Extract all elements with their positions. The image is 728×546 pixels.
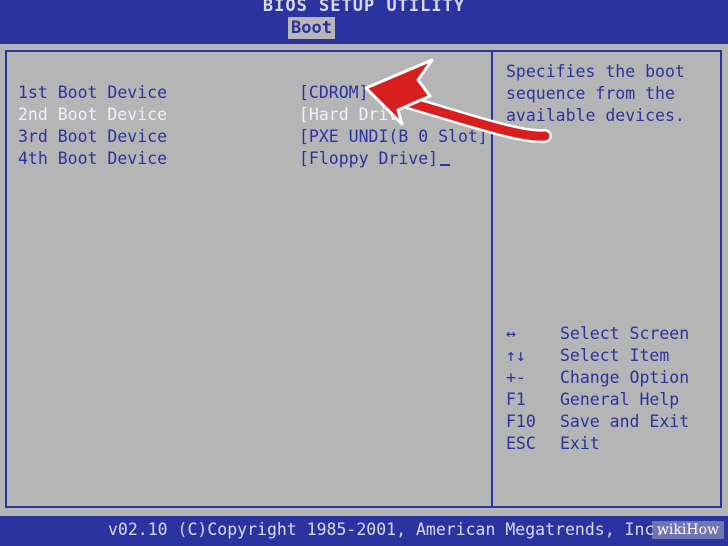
boot-device-value[interactable]: [Floppy Drive] xyxy=(299,148,451,170)
title-bar: BIOS SETUP UTILITY Boot xyxy=(0,0,728,44)
boot-device-value[interactable]: [PXE UNDI(B 0 Slot] xyxy=(299,126,488,148)
help-text: Specifies the boot sequence from the ava… xyxy=(506,62,685,125)
key-name: F1 xyxy=(506,390,526,409)
key-desc: Save and Exit xyxy=(560,412,690,431)
boot-device-label: 2nd Boot Device xyxy=(18,105,168,124)
boot-device-value-text: [Floppy Drive] xyxy=(299,149,439,168)
text-cursor xyxy=(440,148,451,166)
bios-title: BIOS SETUP UTILITY xyxy=(262,0,466,16)
key-desc: Change Option xyxy=(560,368,690,387)
boot-device-label: 3rd Boot Device xyxy=(18,127,168,146)
panel-divider xyxy=(491,50,493,508)
key-desc: Select Screen xyxy=(560,324,690,343)
boot-device-label: 1st Boot Device xyxy=(18,83,168,102)
key-desc: Select Item xyxy=(560,346,670,365)
key-name: ↔ xyxy=(506,324,516,343)
key-name: F10 xyxy=(506,412,536,431)
copyright-text: v02.10 (C)Copyright 1985-2001, American … xyxy=(108,520,665,539)
key-legend-item: +- Change Option xyxy=(506,367,716,389)
tab-boot[interactable]: Boot xyxy=(288,17,335,39)
boot-device-value[interactable]: [Hard Driv xyxy=(299,104,398,126)
key-legend-item: ESC Exit xyxy=(506,433,716,455)
boot-device-value[interactable]: [CDROM] xyxy=(299,82,369,104)
key-name: ESC xyxy=(506,434,536,453)
key-name: +- xyxy=(506,368,526,387)
key-legend-item: F1 General Help xyxy=(506,389,716,411)
boot-device-label: 4th Boot Device xyxy=(18,149,168,168)
key-legend-item: ↔ Select Screen xyxy=(506,323,716,345)
key-legend: ↔ Select Screen ↑↓ Select Item +- Change Op… xyxy=(506,323,716,455)
main-panel: 1st Boot Device [CDROM] 2nd Boot Device … xyxy=(0,44,728,516)
key-legend-item: ↑↓ Select Item xyxy=(506,345,716,367)
status-bar: v02.10 (C)Copyright 1985-2001, American … xyxy=(0,516,728,546)
key-legend-item: F10 Save and Exit xyxy=(506,411,716,433)
key-desc: Exit xyxy=(560,434,600,453)
key-name: ↑↓ xyxy=(506,346,526,365)
key-desc: General Help xyxy=(560,390,680,409)
watermark-logo: wikiHow xyxy=(651,521,724,539)
